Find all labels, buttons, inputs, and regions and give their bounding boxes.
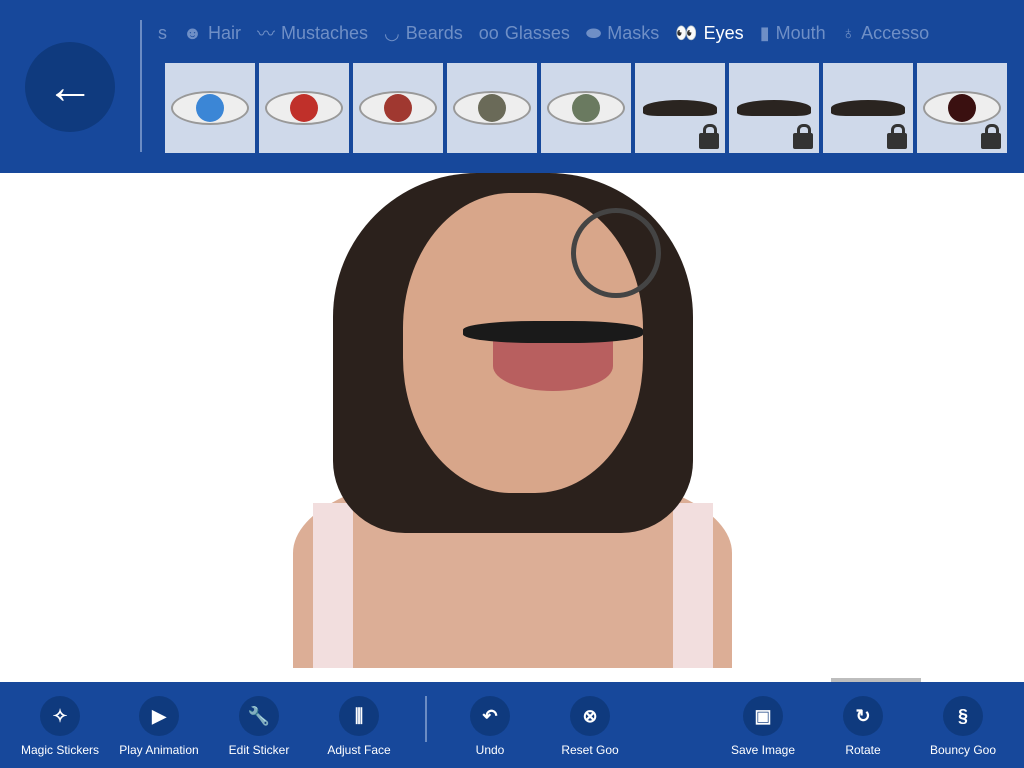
label: Adjust Face	[327, 743, 391, 757]
label: Play Animation	[119, 743, 199, 757]
arrow-left-icon: ←	[46, 60, 94, 114]
tab-label: s	[158, 22, 167, 43]
mustaches-icon: 〰	[256, 24, 275, 44]
lock-icon	[699, 124, 719, 149]
tank-strap-left	[313, 503, 353, 668]
label: Save Image	[730, 743, 796, 757]
sticker-tile[interactable]	[823, 63, 913, 153]
label: Reset Goo	[561, 743, 619, 757]
tab-masks[interactable]: ⬬ Masks	[586, 18, 659, 48]
reset-goo-button[interactable]: ⊗ Reset Goo	[540, 696, 640, 757]
tab-mustaches[interactable]: 〰 Mustaches	[257, 18, 368, 48]
lock-icon	[887, 124, 907, 149]
tab-accesso[interactable]: ♁ Accesso	[842, 18, 930, 48]
play-animation-button[interactable]: ▶ Play Animation	[109, 696, 209, 757]
eyebrow-sticker-icon	[831, 100, 905, 116]
glasses-icon: oo	[478, 22, 499, 43]
face-photo-canvas[interactable]	[293, 173, 732, 668]
tab-label: Hair	[207, 22, 241, 43]
tab-label: Glasses	[504, 22, 570, 43]
label: Rotate	[845, 743, 881, 757]
eyebrow-sticker-icon	[737, 100, 811, 116]
floppy-disk-icon: ▣	[743, 696, 783, 736]
bouncy-goo-button[interactable]: § Bouncy Goo	[913, 696, 1013, 757]
sticker-tile[interactable]	[259, 63, 349, 153]
spring-icon: §	[943, 696, 983, 736]
sticker-tile[interactable]	[635, 63, 725, 153]
beards-icon: ◡	[384, 22, 400, 43]
eye-sticker-icon	[453, 91, 531, 125]
play-icon: ▶	[139, 696, 179, 736]
tab-eyes[interactable]: 👀 Eyes	[675, 18, 743, 48]
wrench-icon: 🔧	[239, 696, 279, 736]
tab-s[interactable]: s	[158, 18, 167, 48]
close-circle-icon: ⊗	[570, 696, 610, 736]
edit-sticker-button[interactable]: 🔧 Edit Sticker	[209, 696, 309, 757]
tab-mouth[interactable]: ▮ Mouth	[760, 18, 826, 48]
sticker-tile[interactable]	[541, 63, 631, 153]
tab-beards[interactable]: ◡ Beards	[384, 18, 463, 48]
magic-wand-icon: ✧	[40, 696, 80, 736]
undo-icon: ↶	[470, 696, 510, 736]
undo-button[interactable]: ↶ Undo	[440, 696, 540, 757]
tab-label: Beards	[405, 22, 463, 43]
divider	[140, 20, 142, 152]
label: Edit Sticker	[228, 743, 290, 757]
lock-icon	[981, 124, 1001, 149]
save-image-button[interactable]: ▣ Save Image	[713, 696, 813, 757]
lock-icon	[793, 124, 813, 149]
vampire-mouth-sticker[interactable]	[493, 341, 613, 391]
rotate-button[interactable]: ↻ Rotate	[813, 696, 913, 757]
rotate-icon: ↻	[843, 696, 883, 736]
eye-sticker-icon	[265, 91, 343, 125]
category-tabs: s ☻ Hair 〰 Mustaches ◡ Beards oo Glasses ⬬ Masks 👀 E…	[158, 18, 1024, 48]
bottom-toolbar: ✧ Magic Stickers ▶ Play Animation 🔧 Edit St…	[0, 682, 1024, 768]
label: Undo	[475, 743, 505, 757]
label: Magic Stickers	[20, 743, 100, 757]
tab-label: Eyes	[703, 22, 744, 43]
sticker-gallery	[165, 63, 1007, 153]
tab-label: Masks	[607, 22, 660, 43]
tab-glasses[interactable]: oo Glasses	[479, 18, 570, 48]
hair-icon: ☻	[183, 22, 202, 43]
tab-label: Accesso	[861, 22, 930, 43]
eye-sticker-icon	[171, 91, 249, 125]
mouth-icon: ▮	[759, 22, 770, 43]
tab-hair[interactable]: ☻ Hair	[183, 18, 241, 48]
divider	[425, 696, 427, 742]
eye-sticker-icon	[547, 91, 625, 125]
eye-sticker-icon	[359, 91, 437, 125]
monocle-sticker[interactable]	[571, 208, 661, 298]
eye-sticker-icon	[923, 91, 1001, 125]
sticker-tile[interactable]	[729, 63, 819, 153]
tab-label: Mouth	[775, 22, 826, 43]
sliders-icon: ⫼	[339, 696, 379, 736]
masks-icon: ⬬	[585, 22, 602, 43]
mustache-sticker[interactable]	[463, 321, 643, 343]
sticker-tile[interactable]	[353, 63, 443, 153]
tab-label: Mustaches	[280, 22, 369, 43]
magic-stickers-button[interactable]: ✧ Magic Stickers	[10, 696, 110, 757]
sticker-tile[interactable]	[165, 63, 255, 153]
sticker-tile[interactable]	[917, 63, 1007, 153]
tank-strap-right	[673, 503, 713, 668]
label: Bouncy Goo	[929, 743, 997, 757]
accesso-icon: ♁	[841, 22, 856, 43]
adjust-face-button[interactable]: ⫼ Adjust Face	[309, 696, 409, 757]
eyebrow-sticker-icon	[643, 100, 717, 116]
eyes-icon: 👀	[675, 22, 698, 43]
sticker-tile[interactable]	[447, 63, 537, 153]
back-button[interactable]: ←	[25, 42, 115, 132]
top-bar: ← s ☻ Hair 〰 Mustaches ◡ Beards oo Glasses ⬬ Masks…	[0, 0, 1024, 173]
